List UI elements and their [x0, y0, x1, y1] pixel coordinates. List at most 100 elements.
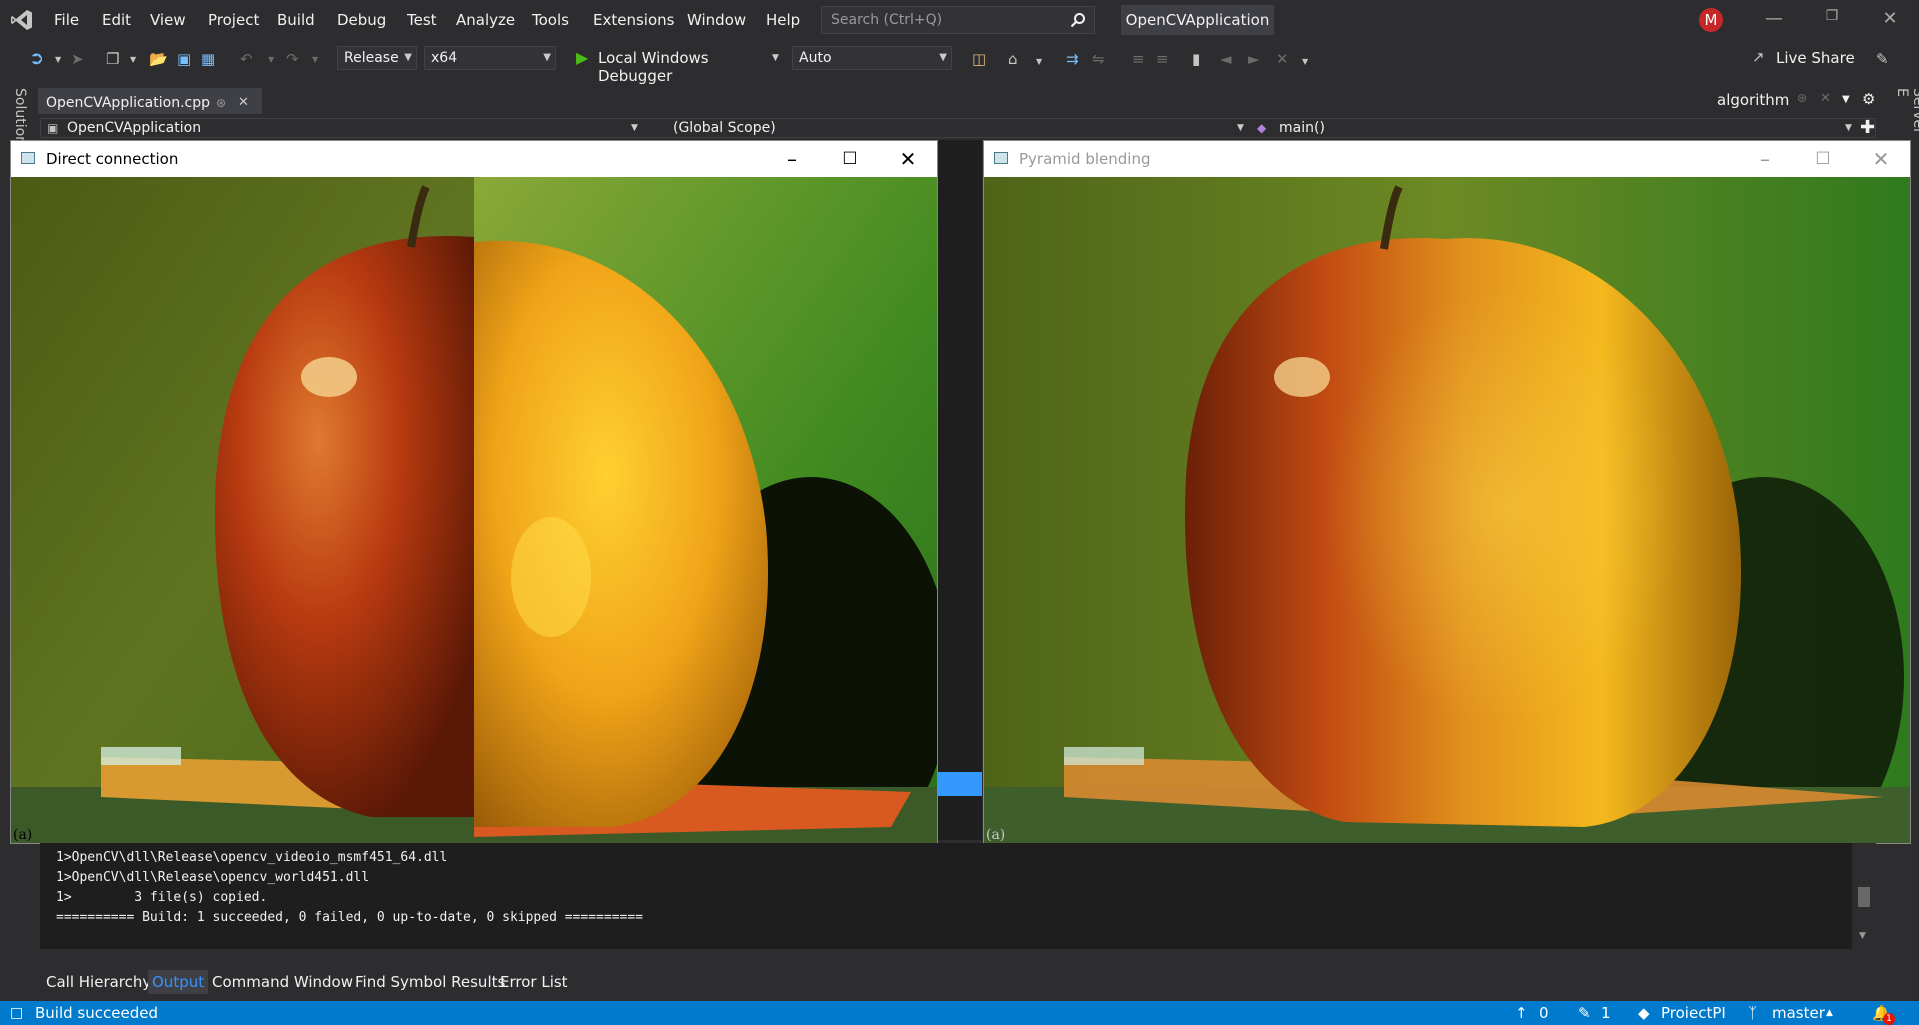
navigate-forward-icon[interactable]: ➤ [71, 50, 84, 68]
scrollbar-thumb[interactable] [1858, 887, 1870, 907]
chevron-down-icon: ▼ [772, 53, 779, 63]
close-icon[interactable]: ✕ [1820, 91, 1831, 106]
save-all-icon[interactable]: ▦ [201, 50, 215, 68]
chevron-down-icon[interactable]: ▼ [631, 119, 638, 137]
menu-debug[interactable]: Debug [337, 10, 386, 30]
gear-icon[interactable]: ⚙ [1862, 90, 1875, 108]
search-term-label: algorithm [1717, 91, 1790, 109]
chevron-down-icon[interactable]: ▼ [1845, 119, 1852, 137]
code-navigation-bar: ▣ OpenCVApplication ▼ (Global Scope) ▼ ◆… [40, 118, 1876, 138]
redo-icon[interactable]: ↷ [286, 50, 299, 68]
tab-command-window[interactable]: Command Window [212, 970, 353, 994]
search-box[interactable]: Search (Ctrl+Q) [821, 6, 1095, 34]
close-icon[interactable]: ✕ [238, 90, 249, 116]
step-over-icon[interactable]: ⇋ [1092, 50, 1105, 68]
close-button[interactable]: ✕ [1867, 8, 1913, 32]
repository-name[interactable]: ProiectPI [1661, 1001, 1726, 1025]
menu-build[interactable]: Build [277, 10, 315, 30]
maximize-button[interactable]: ☐ [1794, 141, 1852, 177]
unpushed-commits-count[interactable]: 0 [1539, 1001, 1549, 1025]
redo-dropdown-icon[interactable]: ▼ [312, 55, 318, 64]
search-icon [1070, 13, 1085, 28]
output-scrollbar[interactable]: ▼ [1852, 843, 1876, 949]
split-editor-icon[interactable]: ✚ [1860, 117, 1875, 138]
find-in-files-icon[interactable]: ◫ [972, 50, 986, 68]
undo-icon[interactable]: ↶ [240, 50, 253, 68]
start-debugger-button[interactable]: ▶ Local Windows Debugger ▼ [572, 46, 782, 85]
new-project-icon[interactable]: ❐ [106, 50, 119, 68]
menu-tools[interactable]: Tools [532, 10, 569, 30]
toolbar-dropdown-icon[interactable]: ▼ [1036, 57, 1042, 66]
toolbar-overflow-icon[interactable]: ▼ [1302, 57, 1308, 66]
tab-output[interactable]: Output [148, 970, 209, 994]
tab-opencvapplication-cpp[interactable]: OpenCVApplication.cpp ⊛ ✕ [38, 88, 262, 114]
tab-call-hierarchy[interactable]: Call Hierarchy [46, 970, 151, 994]
menu-help[interactable]: Help [766, 10, 800, 30]
pending-changes-count[interactable]: 1 [1601, 1001, 1611, 1025]
new-dropdown-icon[interactable]: ▼ [130, 55, 136, 64]
tab-find-symbol-results[interactable]: Find Symbol Results [355, 970, 505, 994]
pin-icon[interactable]: ⊛ [216, 90, 226, 116]
branch-name[interactable]: master [1772, 1001, 1825, 1025]
document-tab-well: OpenCVApplication.cpp ⊛ ✕ algorithm ⊛ ✕ … [38, 88, 1898, 114]
pyramid-blending-image: (a) [984, 177, 1910, 843]
chevron-down-icon[interactable]: ▼ [1237, 119, 1244, 137]
chevron-up-icon[interactable]: ▲ [1826, 1001, 1833, 1025]
close-button[interactable]: ✕ [1852, 141, 1910, 177]
prev-bookmark-icon[interactable]: ◄ [1220, 50, 1232, 68]
scope-dropdown[interactable]: (Global Scope) [673, 119, 776, 137]
solution-explorer-icon[interactable]: ⌂ [1008, 50, 1018, 68]
menu-extensions[interactable]: Extensions [593, 10, 674, 30]
open-file-icon[interactable]: 📂 [149, 50, 168, 68]
tab-error-list[interactable]: Error List [500, 970, 568, 994]
uncomment-icon[interactable]: ≡ [1156, 50, 1169, 68]
next-bookmark-icon[interactable]: ► [1248, 50, 1260, 68]
menu-window[interactable]: Window [687, 10, 746, 30]
tab-list-dropdown-icon[interactable]: ▼ [1842, 94, 1850, 105]
solution-explorer-tab[interactable]: Solution [12, 88, 28, 145]
platform-select[interactable]: x64 ▼ [424, 46, 556, 70]
menu-file[interactable]: File [54, 10, 79, 30]
menu-edit[interactable]: Edit [102, 10, 131, 30]
window-title: Direct connection [46, 150, 179, 168]
tab-label: OpenCVApplication.cpp [46, 95, 210, 111]
bookmark-icon[interactable]: ▮ [1192, 50, 1200, 68]
feedback-icon[interactable]: ✎ [1876, 50, 1889, 68]
output-line: ========== Build: 1 succeeded, 0 failed,… [56, 910, 643, 925]
solution-config-select[interactable]: Auto ▼ [792, 46, 952, 70]
apple-orange-hard-seam-image [11, 177, 937, 843]
configuration-select[interactable]: Release ▼ [337, 46, 417, 70]
avatar[interactable]: M [1699, 8, 1723, 32]
minimize-button[interactable]: – [763, 141, 821, 177]
scroll-down-icon[interactable]: ▼ [1859, 931, 1866, 941]
share-icon: ↗ [1752, 48, 1765, 66]
comment-icon[interactable]: ≡ [1132, 50, 1145, 68]
menu-analyze[interactable]: Analyze [456, 10, 515, 30]
status-message: Build succeeded [35, 1004, 158, 1022]
menu-test[interactable]: Test [407, 10, 437, 30]
project-dropdown[interactable]: OpenCVApplication [67, 119, 201, 137]
output-pane[interactable]: 1>OpenCV\dll\Release\opencv_videoio_msmf… [40, 843, 1852, 949]
back-dropdown-icon[interactable]: ▼ [55, 55, 61, 64]
window-title-bar[interactable]: Direct connection – ☐ ✕ [11, 141, 937, 177]
menu-project[interactable]: Project [208, 10, 259, 30]
output-horizontal-scrollbar[interactable] [40, 950, 1852, 964]
clear-bookmarks-icon[interactable]: ✕ [1276, 50, 1289, 68]
status-message-icon: □ [10, 1005, 24, 1021]
maximize-button[interactable]: ☐ [821, 141, 879, 177]
minimize-button[interactable]: — [1751, 8, 1797, 32]
undo-dropdown-icon[interactable]: ▼ [268, 55, 274, 64]
pencil-icon: ✎ [1578, 1004, 1591, 1022]
chevron-down-icon: ▼ [939, 52, 947, 63]
solution-config-value: Auto [799, 50, 832, 66]
restore-button[interactable]: ❐ [1809, 8, 1855, 32]
member-dropdown[interactable]: main() [1279, 119, 1325, 137]
close-button[interactable]: ✕ [879, 141, 937, 177]
window-title-bar[interactable]: Pyramid blending – ☐ ✕ [984, 141, 1910, 177]
step-icon[interactable]: ⇉ [1066, 50, 1079, 68]
menu-view[interactable]: View [150, 10, 186, 30]
navigate-back-icon[interactable]: ➲ [29, 48, 44, 69]
pin-icon[interactable]: ⊛ [1797, 91, 1807, 105]
minimize-button[interactable]: – [1736, 141, 1794, 177]
save-icon[interactable]: ▣ [177, 50, 191, 68]
